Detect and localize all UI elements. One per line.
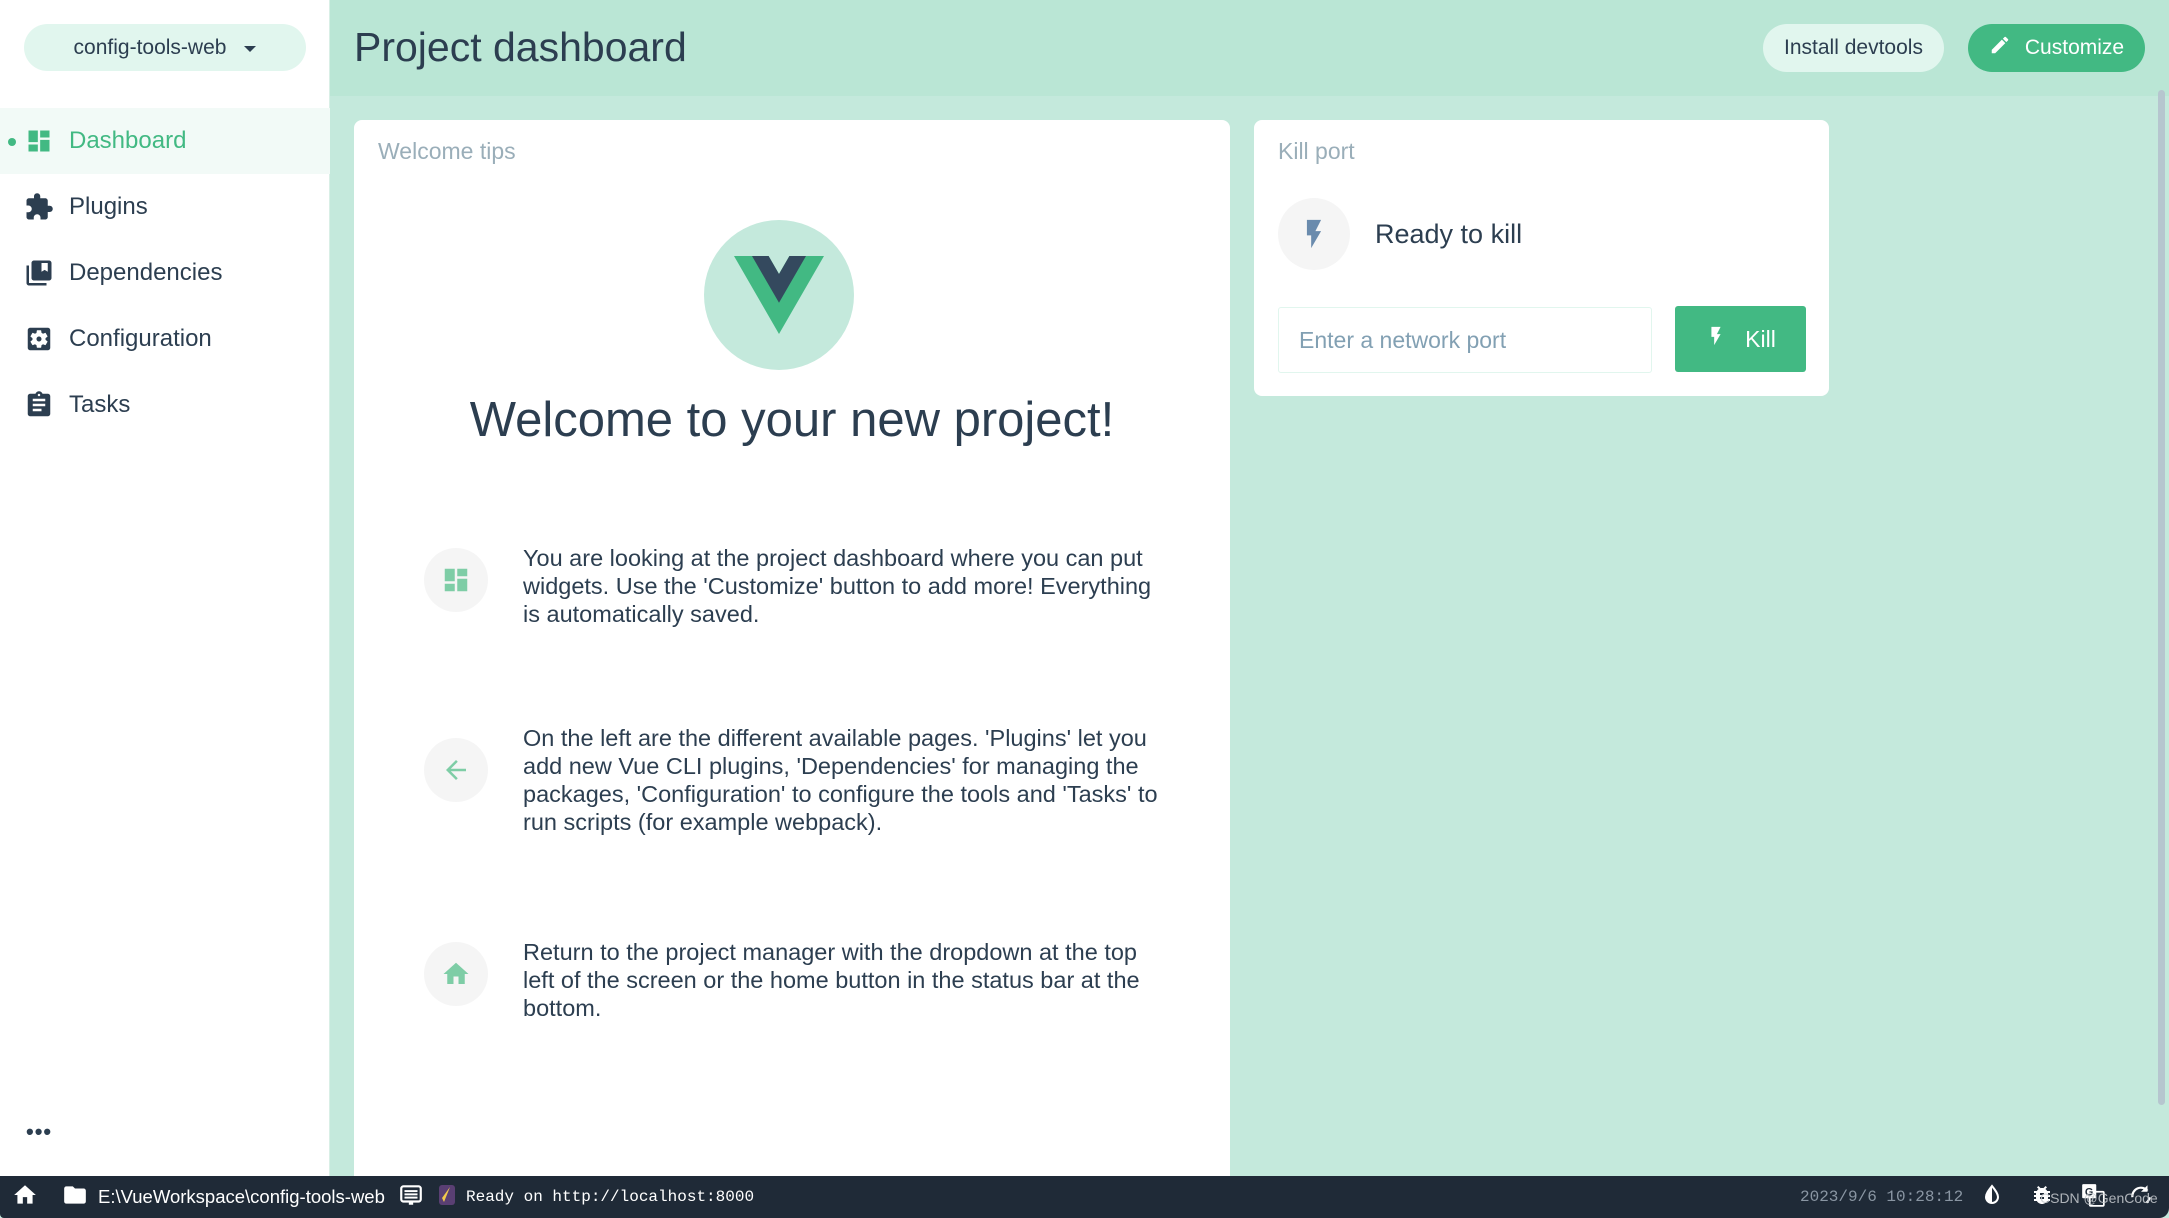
clock: 2023/9/6 10:28:12 (1800, 1176, 1963, 1218)
dashboard-content: Welcome tips Welcome to your new project… (330, 96, 2169, 1190)
project-selector-dropdown[interactable]: config-tools-web (24, 24, 306, 71)
home-icon (424, 942, 488, 1006)
tip-text: You are looking at the project dashboard… (523, 545, 1152, 627)
tip-text: On the left are the different available … (523, 725, 1158, 835)
widget-title: Kill port (1278, 138, 1355, 164)
sidebar-item-configuration[interactable]: Configuration (0, 306, 330, 372)
sidebar-nav: Dashboard Plugins Dependencies Configura… (0, 108, 330, 438)
kill-port-widget: Kill port Ready to kill Kill (1254, 120, 1829, 396)
home-button[interactable] (12, 1176, 38, 1218)
sidebar-item-label: Dependencies (69, 259, 223, 286)
content-scrollbar[interactable] (2158, 90, 2165, 1105)
dark-mode-toggle[interactable] (1980, 1176, 2004, 1218)
dashboard-icon (24, 126, 54, 156)
network-port-input[interactable] (1278, 307, 1652, 373)
dashboard-icon (424, 548, 488, 612)
vue-logo (704, 220, 854, 370)
tip-item: You are looking at the project dashboard… (424, 544, 1184, 628)
sidebar-item-plugins[interactable]: Plugins (0, 174, 330, 240)
sidebar-item-label: Configuration (69, 325, 212, 352)
clipboard-icon (24, 390, 54, 420)
kill-button[interactable]: Kill (1675, 306, 1806, 372)
library-books-icon (24, 258, 54, 288)
sidebar-item-dependencies[interactable]: Dependencies (0, 240, 330, 306)
sidebar-item-dashboard[interactable]: Dashboard (0, 108, 330, 174)
sidebar-item-label: Tasks (69, 391, 131, 418)
console-icon (398, 1182, 424, 1213)
kill-label: Kill (1745, 325, 1776, 352)
project-path: E:\VueWorkspace\config-tools-web (98, 1186, 385, 1207)
active-indicator (8, 138, 16, 146)
welcome-tips-widget: Welcome tips Welcome to your new project… (354, 120, 1230, 1190)
settings-applications-icon (24, 324, 54, 354)
page-header: Project dashboard Install devtools Custo… (330, 0, 2169, 96)
watermark: CSDN @GenCode (2040, 1190, 2158, 1206)
sidebar-item-tasks[interactable]: Tasks (0, 372, 330, 438)
log-type-icon (438, 1184, 456, 1211)
folder-icon (62, 1182, 88, 1213)
status-bar: E:\VueWorkspace\config-tools-web Ready o… (0, 1176, 2169, 1218)
welcome-heading: Welcome to your new project! (469, 393, 1115, 447)
contrast-drop-icon (1980, 1182, 2004, 1213)
kill-status-text: Ready to kill (1375, 218, 1523, 249)
pencil-icon (1989, 34, 2011, 62)
clock-text: 2023/9/6 10:28:12 (1800, 1188, 1964, 1206)
install-devtools-button[interactable]: Install devtools (1763, 24, 1944, 72)
console-log-button[interactable]: Ready on http://localhost:8000 (398, 1176, 754, 1218)
flash-icon (1705, 320, 1727, 358)
project-path-button[interactable]: E:\VueWorkspace\config-tools-web (62, 1176, 385, 1218)
last-log-message: Ready on http://localhost:8000 (466, 1188, 755, 1206)
tip-item: On the left are the different available … (424, 724, 1184, 836)
flash-icon (1278, 198, 1350, 270)
caret-down-icon (244, 45, 257, 52)
project-selector-label: config-tools-web (73, 35, 227, 59)
tip-text: Return to the project manager with the d… (523, 939, 1140, 1021)
arrow-back-icon (424, 738, 488, 802)
widget-title: Welcome tips (378, 138, 516, 164)
tip-item: Return to the project manager with the d… (424, 938, 1184, 1022)
customize-label: Customize (2024, 36, 2125, 59)
puzzle-icon (24, 192, 54, 222)
sidebar-item-label: Dashboard (69, 127, 187, 154)
page-title: Project dashboard (354, 24, 687, 70)
sidebar: config-tools-web Dashboard Plugins Depen… (0, 0, 330, 1176)
sidebar-item-label: Plugins (69, 193, 148, 220)
home-icon (12, 1182, 38, 1213)
kill-status: Ready to kill (1278, 198, 1522, 270)
customize-button[interactable]: Customize (1968, 24, 2145, 72)
more-options-button[interactable]: ••• (26, 1121, 52, 1143)
